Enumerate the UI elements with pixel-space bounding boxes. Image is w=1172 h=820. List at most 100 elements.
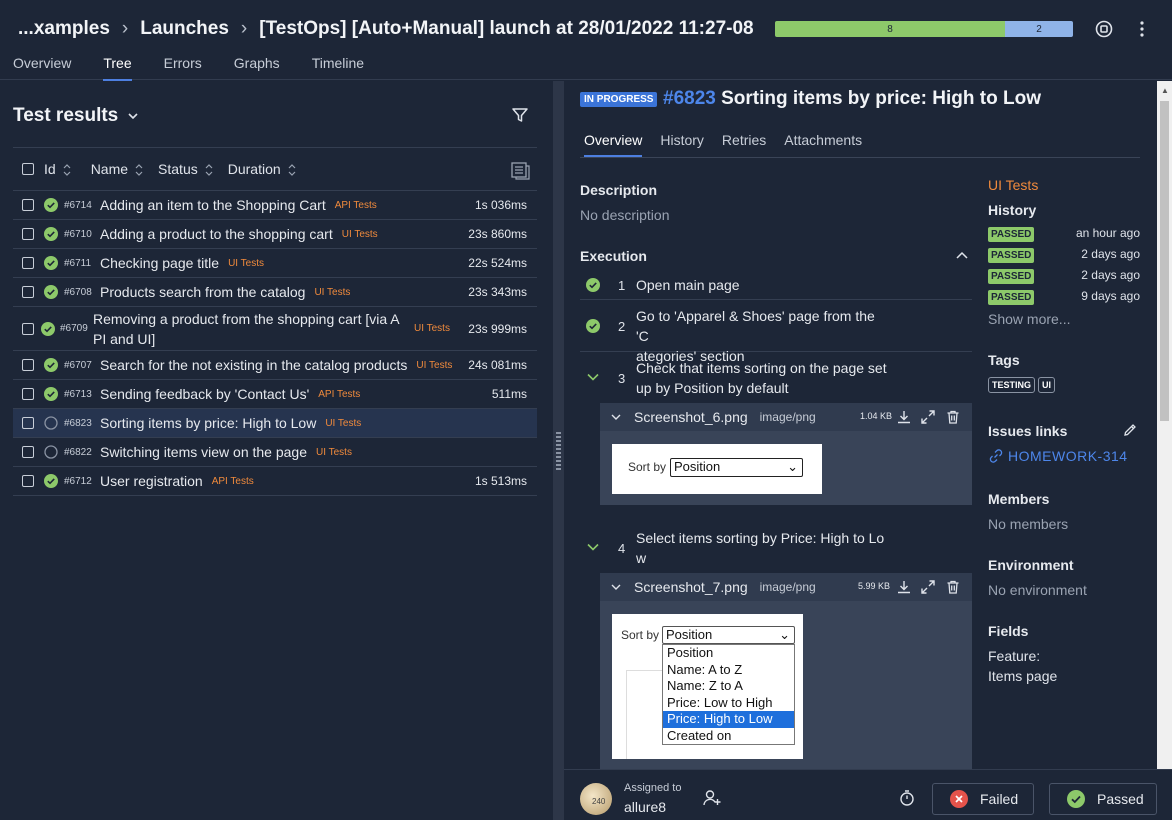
tab-history[interactable]: History <box>660 132 704 157</box>
stop-circle-icon[interactable] <box>1094 19 1114 39</box>
row-checkbox[interactable] <box>22 257 34 269</box>
avatar[interactable]: 240 <box>580 783 612 815</box>
tab-errors[interactable]: Errors <box>164 55 202 81</box>
column-status[interactable]: Status <box>158 161 213 177</box>
table-row[interactable]: #6822 Switching items view on the page U… <box>13 438 537 467</box>
filter-icon[interactable] <box>510 105 530 125</box>
passed-status-icon <box>41 321 55 336</box>
tag-chip[interactable]: TESTING <box>988 377 1036 393</box>
column-duration[interactable]: Duration <box>228 161 296 177</box>
expand-icon[interactable] <box>920 409 936 425</box>
chevron-down-icon[interactable] <box>586 540 600 554</box>
trash-icon[interactable] <box>945 409 961 425</box>
test-duration: 23s 999ms <box>468 321 527 336</box>
table-row[interactable]: #6710 Adding a product to the shopping c… <box>13 220 537 249</box>
members-value: No members <box>988 516 1069 532</box>
execution-step[interactable]: 3 Check that items sorting on the page s… <box>580 352 972 402</box>
history-item[interactable]: PASSED 2 days ago <box>988 266 1140 284</box>
attachment-header[interactable]: Screenshot_7.png image/png 5.99 KB <box>600 573 972 601</box>
suite-tag: UI Tests <box>228 257 265 269</box>
row-checkbox[interactable] <box>22 359 34 371</box>
chevron-down-icon[interactable] <box>610 411 622 423</box>
chevron-down-icon[interactable] <box>610 581 622 593</box>
history-label: History <box>988 202 1037 218</box>
sort-label: Sort by <box>621 628 660 642</box>
suite-tag: API Tests <box>318 388 361 400</box>
execution-step[interactable]: 1 Open main page <box>580 271 972 300</box>
launch-progress-bar[interactable]: 8 2 <box>775 21 1073 37</box>
suite-link[interactable]: UI Tests <box>988 177 1038 193</box>
show-more-link[interactable]: Show more... <box>988 311 1070 327</box>
more-vertical-icon[interactable] <box>1132 19 1152 39</box>
screenshot-preview[interactable]: Sort by Position ⌄ <box>612 444 822 494</box>
tab-overview[interactable]: Overview <box>13 55 71 81</box>
row-checkbox[interactable] <box>22 286 34 298</box>
row-checkbox[interactable] <box>22 417 34 429</box>
step-number: 2 <box>618 319 626 334</box>
history-item[interactable]: PASSED 2 days ago <box>988 245 1140 263</box>
row-checkbox[interactable] <box>22 199 34 211</box>
table-row-selected[interactable]: #6823 Sorting items by price: High to Lo… <box>13 409 537 438</box>
table-row[interactable]: #6708 Products search from the catalog U… <box>13 278 537 307</box>
tag-chip[interactable]: UI <box>1038 377 1056 393</box>
attachment-header[interactable]: Screenshot_6.png image/png 1.04 KB <box>600 403 972 431</box>
passed-status-icon <box>44 256 58 270</box>
table-row[interactable]: #6709 Removing a product from the shoppi… <box>13 307 537 351</box>
tab-attachments[interactable]: Attachments <box>784 132 862 157</box>
test-duration: 1s 036ms <box>474 198 527 212</box>
scrollbar-thumb[interactable] <box>1160 101 1169 421</box>
add-user-icon[interactable] <box>702 788 722 808</box>
table-row[interactable]: #6714 Adding an item to the Shopping Car… <box>13 191 537 220</box>
scroll-up-arrow-icon[interactable]: ▲ <box>1161 86 1169 95</box>
pencil-icon[interactable] <box>1122 422 1138 438</box>
download-icon[interactable] <box>896 409 912 425</box>
tab-retries[interactable]: Retries <box>722 132 766 157</box>
chevron-up-icon[interactable] <box>954 248 970 264</box>
select-all-checkbox[interactable] <box>22 163 34 175</box>
chevron-down-icon[interactable] <box>586 370 600 384</box>
expand-icon[interactable] <box>920 579 936 595</box>
history-item[interactable]: PASSED an hour ago <box>988 224 1140 242</box>
product-image-fragment <box>626 670 666 759</box>
table-row[interactable]: #6707 Search for the not existing in the… <box>13 351 537 380</box>
mark-failed-button[interactable]: Failed <box>932 783 1034 815</box>
scrollbar[interactable]: ▲ <box>1157 81 1172 769</box>
column-id[interactable]: Id <box>44 161 71 177</box>
description-label: Description <box>580 182 658 198</box>
screenshot-preview[interactable]: Sort by Position ⌄ Position Name: A to Z… <box>612 614 803 759</box>
download-icon[interactable] <box>896 579 912 595</box>
trash-icon[interactable] <box>945 579 961 595</box>
issue-link[interactable]: HOMEWORK-314 <box>988 448 1128 464</box>
suite-tag: UI Tests <box>325 417 362 429</box>
test-results-title[interactable]: Test results <box>13 105 140 127</box>
progress-passed-segment: 8 <box>775 21 1005 37</box>
mark-passed-button[interactable]: Passed <box>1049 783 1157 815</box>
row-checkbox[interactable] <box>22 228 34 240</box>
history-item[interactable]: PASSED 9 days ago <box>988 287 1140 305</box>
row-checkbox[interactable] <box>22 388 34 400</box>
column-settings-icon[interactable] <box>510 160 530 180</box>
execution-step[interactable]: 2 Go to 'Apparel & Shoes' page from the … <box>580 300 972 364</box>
table-row[interactable]: #6712 User registration API Tests 1s 513… <box>13 467 537 496</box>
row-checkbox[interactable] <box>22 446 34 458</box>
tab-graphs[interactable]: Graphs <box>234 55 280 81</box>
breadcrumb-item-launches[interactable]: Launches <box>140 18 229 40</box>
tab-overview[interactable]: Overview <box>584 132 643 157</box>
suite-tag: UI Tests <box>414 323 450 334</box>
tab-tree[interactable]: Tree <box>103 55 132 81</box>
row-checkbox[interactable] <box>22 322 34 335</box>
panel-resize-handle[interactable] <box>553 81 564 820</box>
in-progress-status-icon <box>44 445 58 459</box>
table-row[interactable]: #6713 Sending feedback by 'Contact Us' A… <box>13 380 537 409</box>
test-duration: 23s 343ms <box>468 285 527 299</box>
breadcrumb-item-project[interactable]: ...xamples <box>18 18 110 40</box>
column-name[interactable]: Name <box>91 161 143 177</box>
tab-timeline[interactable]: Timeline <box>312 55 364 81</box>
timer-icon[interactable] <box>898 789 916 807</box>
row-checkbox[interactable] <box>22 475 34 487</box>
case-number[interactable]: #6823 <box>663 88 716 109</box>
table-row[interactable]: #6711 Checking page title UI Tests 22s 5… <box>13 249 537 278</box>
sort-option: Price: Low to High <box>667 694 773 710</box>
execution-step[interactable]: 4 Select items sorting by Price: High to… <box>580 522 972 574</box>
step-text: Open main page <box>636 277 740 293</box>
